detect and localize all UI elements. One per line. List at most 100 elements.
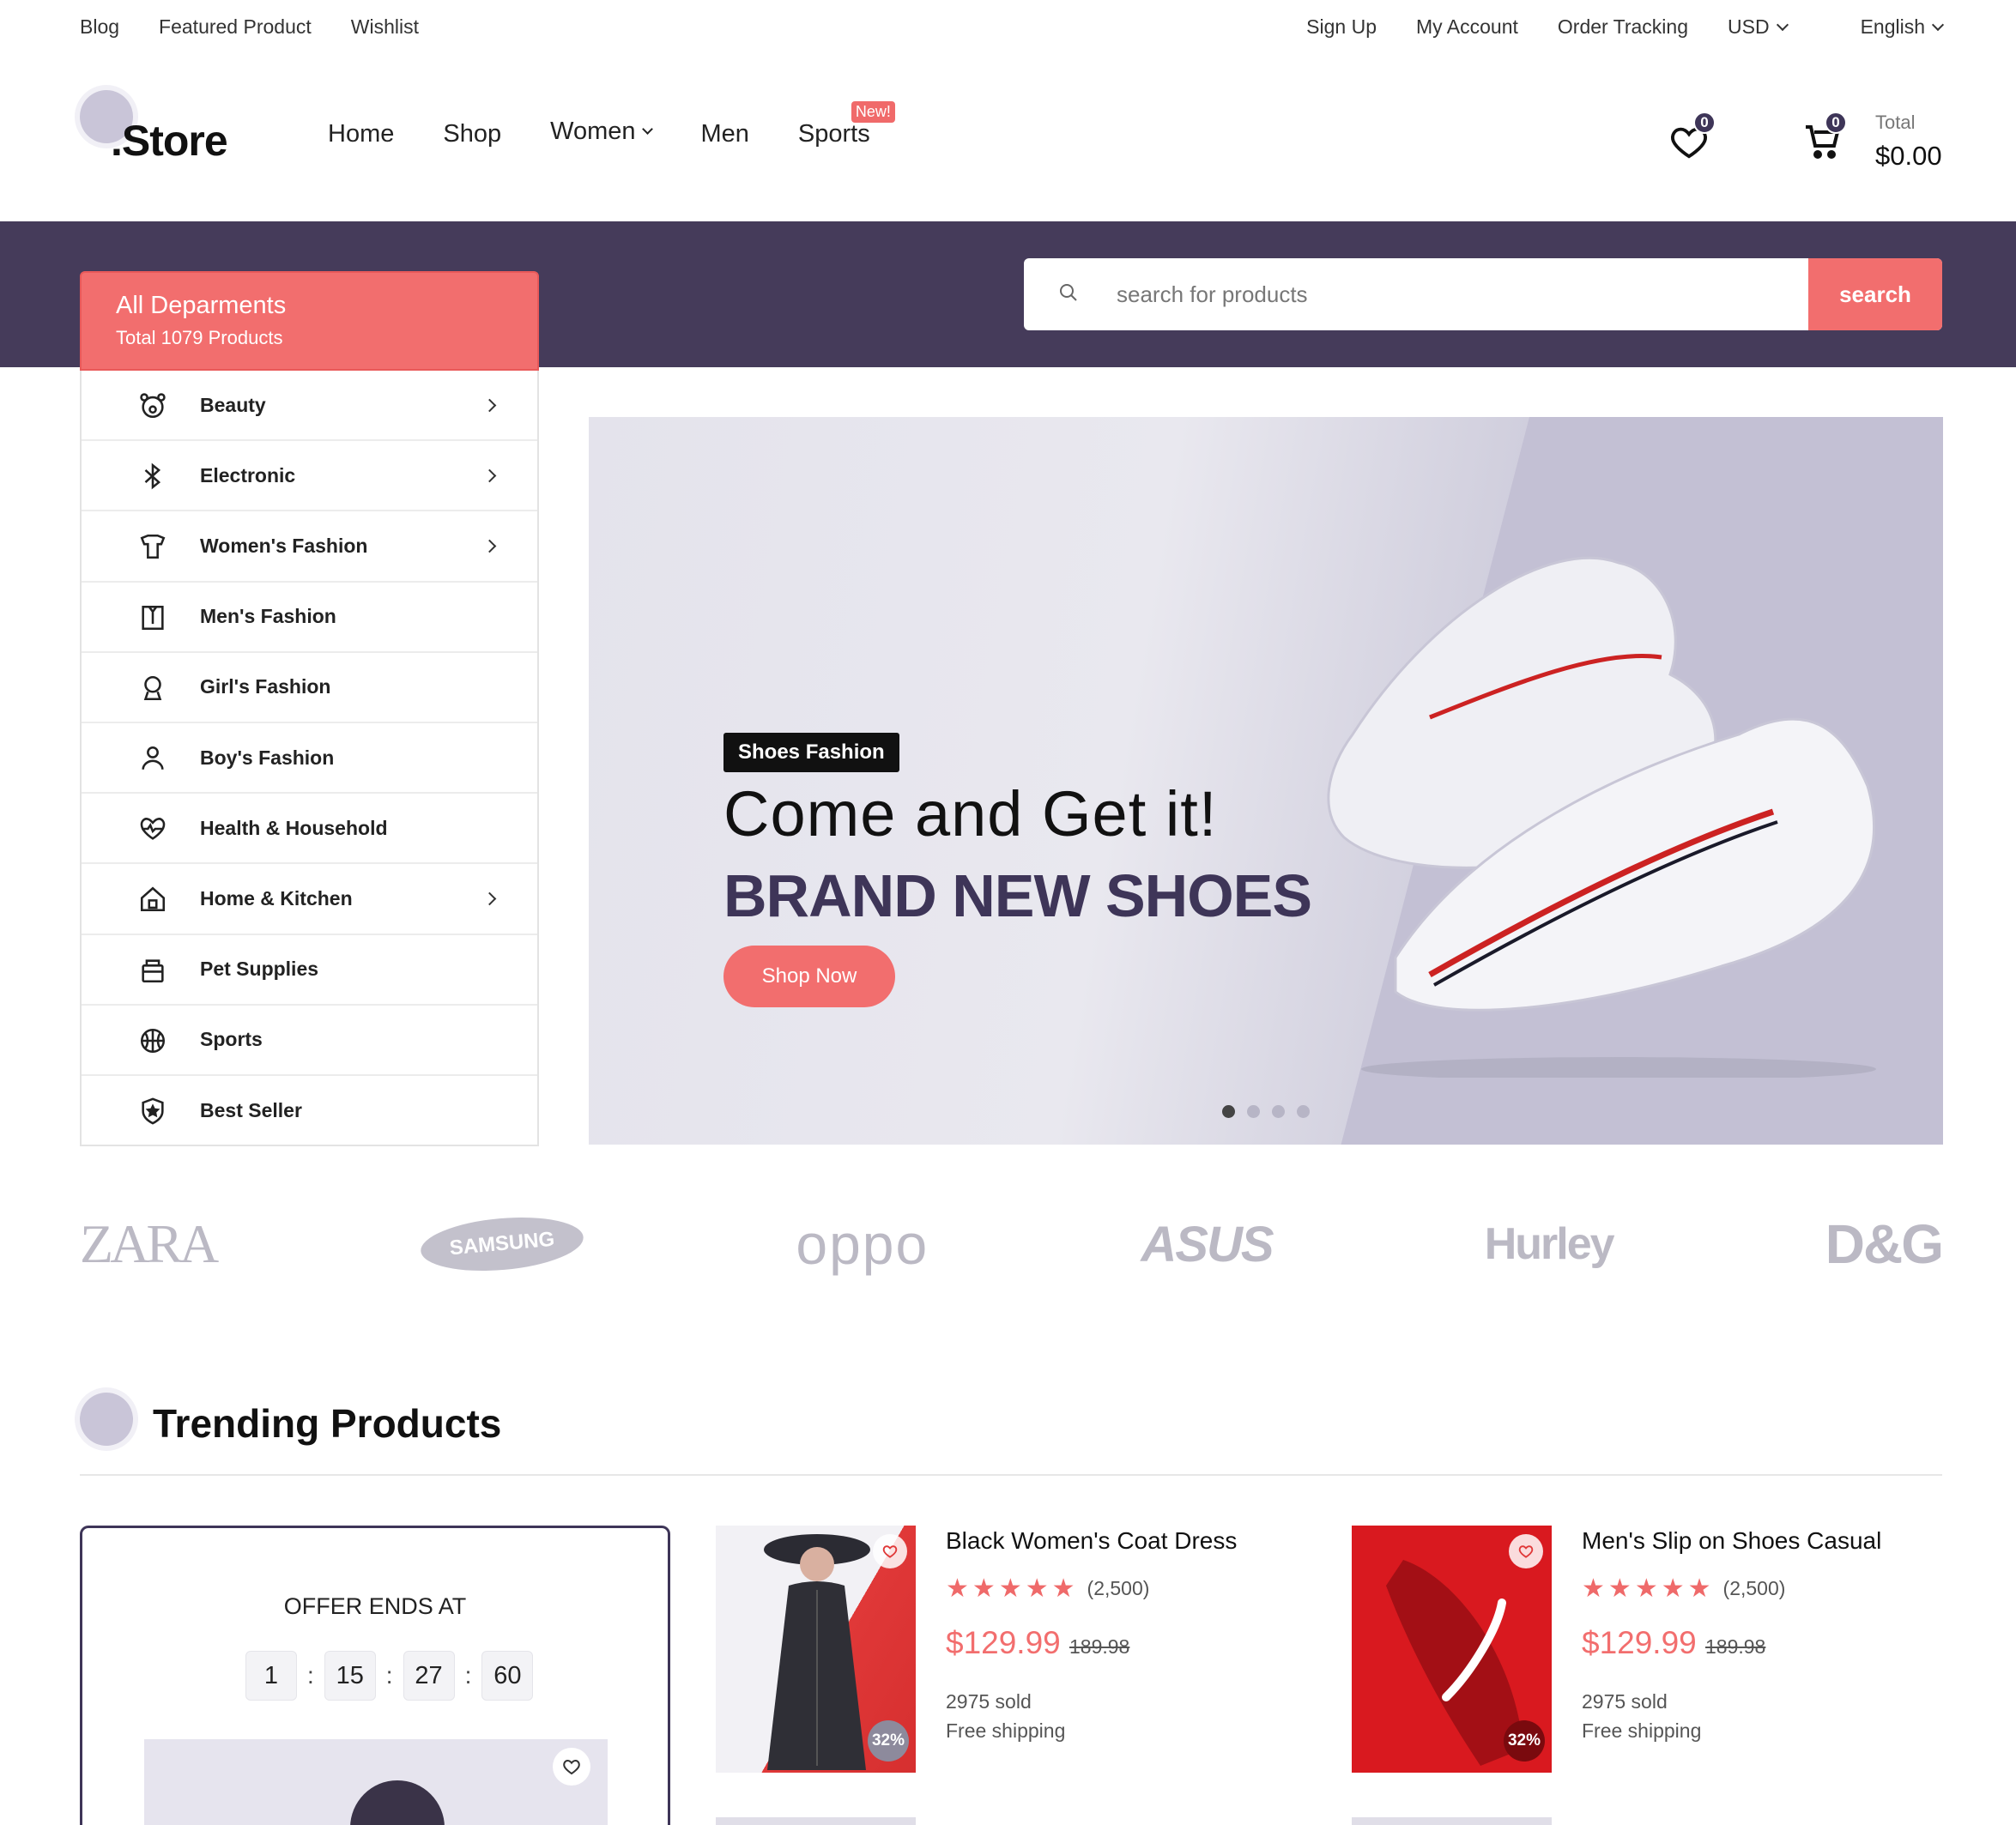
shirt-tie-icon xyxy=(142,605,164,630)
wishlist-button[interactable]: 0 xyxy=(1669,112,1716,161)
chevron-right-icon xyxy=(482,468,497,483)
countdown-separator: : xyxy=(307,1662,314,1689)
shop-now-button[interactable]: Shop Now xyxy=(723,946,895,1007)
star-icon: ★ xyxy=(1051,1574,1075,1603)
my-account-link[interactable]: My Account xyxy=(1416,15,1518,39)
carousel-dot-4[interactable] xyxy=(1297,1105,1310,1118)
carousel-dot-3[interactable] xyxy=(1272,1105,1285,1118)
section-dot xyxy=(80,1393,133,1446)
star-icon: ★ xyxy=(946,1574,969,1603)
department-label: Home & Kitchen xyxy=(200,886,353,909)
sold-count: 2975 sold xyxy=(1582,1690,1668,1713)
nav-sports[interactable]: Sports New! xyxy=(797,101,895,148)
countdown-separator: : xyxy=(464,1662,472,1689)
nav-men[interactable]: Men xyxy=(700,120,748,148)
star-icon: ★ xyxy=(1582,1574,1605,1603)
search-bar: search xyxy=(1024,258,1942,330)
model-head xyxy=(350,1780,445,1825)
next-row-product-thumb[interactable] xyxy=(1352,1817,1552,1825)
product-old-price: 189.98 xyxy=(1705,1635,1766,1658)
all-departments-header[interactable]: All Deparments Total 1079 Products xyxy=(80,271,539,371)
countdown-separator: : xyxy=(385,1662,393,1689)
star-icon: ★ xyxy=(1687,1574,1711,1603)
product-image[interactable]: 32% xyxy=(1352,1526,1552,1773)
language-dropdown[interactable]: English xyxy=(1861,15,1945,39)
sign-up-link[interactable]: Sign Up xyxy=(1306,15,1377,39)
order-tracking-link[interactable]: Order Tracking xyxy=(1558,15,1688,39)
shipping-info: Free shipping xyxy=(946,1719,1066,1742)
product-image[interactable]: 32% xyxy=(716,1526,916,1773)
next-row-product-thumb[interactable] xyxy=(716,1817,916,1825)
department-item-sports[interactable]: Sports xyxy=(82,1006,537,1076)
department-item-mens-fashion[interactable]: Men's Fashion xyxy=(82,583,537,653)
chevron-down-icon xyxy=(1776,18,1789,31)
carousel-dots xyxy=(1222,1105,1310,1118)
nav-shop[interactable]: Shop xyxy=(443,120,501,148)
shield-star-icon xyxy=(142,1097,164,1125)
department-item-womens-fashion[interactable]: Women's Fashion xyxy=(82,511,537,583)
chevron-right-icon xyxy=(482,891,497,906)
store-logo[interactable]: .Store xyxy=(80,90,277,167)
wishlist-link[interactable]: Wishlist xyxy=(351,15,419,39)
featured-product-link[interactable]: Featured Product xyxy=(159,15,312,39)
tshirt-icon xyxy=(140,535,166,559)
brand-logo-hurley[interactable]: Hurley xyxy=(1485,1218,1615,1270)
departments-title: All Deparments xyxy=(116,292,287,319)
girl-icon xyxy=(143,675,162,700)
department-item-boys-fashion[interactable]: Boy's Fashion xyxy=(82,723,537,795)
top-bar: Blog Featured Product Wishlist Sign Up M… xyxy=(80,15,1945,50)
countdown-seconds: 60 xyxy=(481,1651,534,1701)
product-name[interactable]: Black Women's Coat Dress xyxy=(946,1527,1237,1555)
carousel-dot-1[interactable] xyxy=(1222,1105,1235,1118)
currency-dropdown[interactable]: USD xyxy=(1728,15,1789,39)
hero-tag: Shoes Fashion xyxy=(723,733,899,772)
department-item-girls-fashion[interactable]: Girl's Fashion xyxy=(82,653,537,723)
heart-icon xyxy=(882,1545,898,1558)
brand-logo-samsung[interactable]: SAMSUNG xyxy=(418,1211,586,1278)
department-item-pet-supplies[interactable]: Pet Supplies xyxy=(82,935,537,1006)
nav-sports-label: Sports xyxy=(797,120,870,148)
product-card[interactable]: 32% Black Women's Coat Dress ★ ★ ★ ★ ★ (2,50… xyxy=(716,1526,1299,1774)
brand-logo-asus[interactable]: ASUS xyxy=(1141,1216,1274,1273)
blog-link[interactable]: Blog xyxy=(80,15,119,39)
department-item-home-kitchen[interactable]: Home & Kitchen xyxy=(82,864,537,935)
review-count: (2,500) xyxy=(1087,1577,1150,1599)
main-nav: Home Shop Women Men Sports New! xyxy=(328,101,895,148)
star-icon: ★ xyxy=(972,1574,996,1603)
nav-shop-label: Shop xyxy=(443,120,502,148)
brand-logo-zara[interactable]: ZARA xyxy=(80,1212,219,1276)
department-label: Electronic xyxy=(200,463,296,486)
product-name[interactable]: Men's Slip on Shoes Casual xyxy=(1582,1527,1881,1555)
department-item-health-household[interactable]: Health & Household xyxy=(82,794,537,865)
department-label: Men's Fashion xyxy=(200,605,336,628)
hero-subheadline: BRAND NEW SHOES xyxy=(723,862,1312,929)
department-item-best-seller[interactable]: Best Seller xyxy=(82,1076,537,1146)
search-button[interactable]: search xyxy=(1808,258,1942,330)
department-label: Pet Supplies xyxy=(200,958,319,981)
wishlist-toggle[interactable] xyxy=(1509,1534,1543,1568)
nav-home[interactable]: Home xyxy=(328,120,394,148)
offer-product-image[interactable] xyxy=(144,1739,608,1825)
cart-total-value: $0.00 xyxy=(1875,141,1942,171)
department-label: Girl's Fashion xyxy=(200,675,331,698)
department-item-electronic[interactable]: Electronic xyxy=(82,441,537,512)
brand-logo-dg[interactable]: D&G xyxy=(1825,1212,1944,1276)
wishlist-toggle[interactable] xyxy=(553,1748,590,1786)
product-old-price: 189.98 xyxy=(1069,1635,1130,1658)
offer-heading: OFFER ENDS AT xyxy=(283,1593,467,1619)
carousel-dot-2[interactable] xyxy=(1247,1105,1260,1118)
countdown-hours: 15 xyxy=(324,1651,376,1701)
cart-button[interactable]: 0 xyxy=(1802,112,1847,163)
star-icon: ★ xyxy=(1661,1574,1685,1603)
new-badge: New! xyxy=(851,101,895,123)
department-label: Sports xyxy=(200,1028,263,1051)
search-input[interactable] xyxy=(1117,258,1786,330)
logo-text: .Store xyxy=(111,117,228,165)
nav-women[interactable]: Women xyxy=(550,118,654,146)
brand-logo-oppo[interactable]: oppo xyxy=(796,1212,929,1277)
product-card[interactable]: 32% Men's Slip on Shoes Casual ★ ★ ★ ★ ★ (2,… xyxy=(1352,1526,1935,1774)
wishlist-toggle[interactable] xyxy=(873,1534,907,1568)
hero-banner: Shoes Fashion Come and Get it! BRAND NEW… xyxy=(589,417,1943,1145)
department-item-beauty[interactable]: Beauty xyxy=(82,371,537,442)
countdown-timer: 1 : 15 : 27 : 60 xyxy=(245,1651,534,1701)
